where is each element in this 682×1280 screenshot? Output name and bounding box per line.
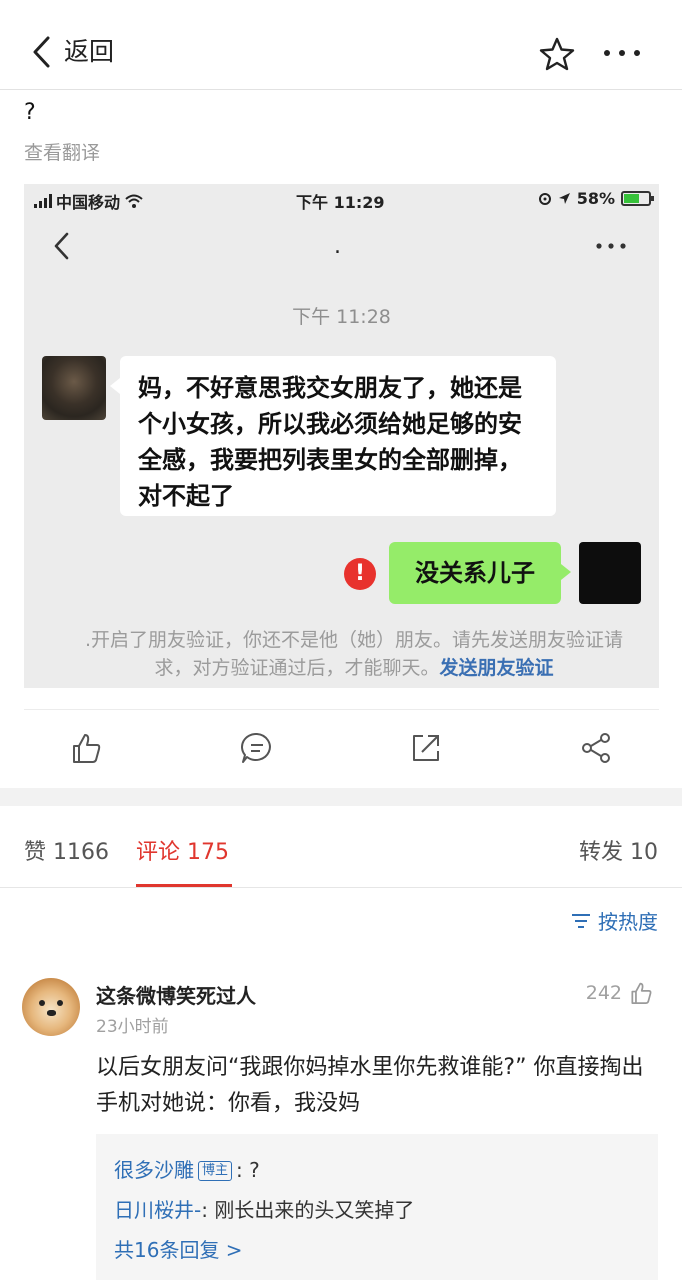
commenter-avatar[interactable] [22, 978, 80, 1036]
chat-more-icon [596, 243, 626, 249]
own-avatar [579, 542, 641, 604]
sort-button[interactable]: 按热度 [570, 906, 658, 935]
reply-item[interactable]: 日川桜井-: 刚长出来的头又笑掉了 [114, 1190, 640, 1230]
reply-item[interactable]: 很多沙雕 博主: ? [114, 1150, 640, 1190]
share-icon[interactable] [578, 730, 614, 766]
system-message: .开启了朋友验证，你还不是他（她）朋友。请先发送朋友验证请求，对方验证通过后，才… [74, 626, 634, 682]
send-failed-icon: ! [344, 558, 376, 590]
host-badge: 博主 [198, 1161, 233, 1181]
active-tab-indicator [136, 884, 232, 887]
commenter-name[interactable]: 这条微博笑死过人 [96, 980, 256, 1009]
chat-title: . [334, 234, 341, 259]
wifi-icon [125, 194, 143, 208]
star-icon[interactable] [538, 36, 576, 72]
reply-user[interactable]: 日川桜井- [114, 1198, 201, 1222]
comment-like-count: 242 [585, 982, 622, 1004]
comment-like-button[interactable]: 242 [586, 980, 654, 1006]
outgoing-message: 没关系儿子 [389, 542, 571, 604]
tab-reposts[interactable]: 转发 10 [579, 834, 658, 866]
comment-text: 以后女朋友问“我跟你妈掉水里你先救谁能?” 你直接掏出手机对她说：你看，我没妈 [96, 1055, 644, 1116]
system-message-link: 发送朋友验证 [439, 657, 554, 679]
battery-percent: 58% [576, 189, 615, 208]
divider [24, 709, 659, 710]
status-left: 中国移动 [34, 189, 144, 213]
lock-rotation-icon [538, 192, 551, 205]
thumbs-up-icon [631, 982, 652, 1004]
comment-time: 23小时前 [96, 1017, 169, 1037]
sort-icon [572, 913, 590, 928]
post-text: ? [24, 100, 36, 125]
battery-icon [621, 191, 654, 206]
post-image[interactable]: 中国移动 下午 11:29 58% . 下午 11:28 妈，不好意思我交女朋友… [24, 184, 659, 688]
back-label: 返回 [64, 37, 115, 66]
signal-icon [34, 194, 52, 208]
comment-icon[interactable] [239, 730, 275, 766]
sender-avatar [42, 356, 106, 420]
chat-back-icon [54, 232, 69, 260]
status-right: 58% [538, 189, 654, 208]
tab-likes[interactable]: 赞 1166 [24, 834, 109, 866]
reply-text: : ? [236, 1158, 260, 1182]
reply-user[interactable]: 很多沙雕 [114, 1158, 194, 1182]
sort-label: 按热度 [598, 910, 658, 934]
tab-comments[interactable]: 评论 175 [136, 834, 229, 866]
section-separator [0, 788, 682, 806]
location-icon [558, 193, 570, 204]
reply-box[interactable]: 很多沙雕 博主: ? 日川桜井-: 刚长出来的头又笑掉了 共16条回复 > [96, 1134, 658, 1280]
back-chevron-icon [33, 36, 50, 68]
incoming-message: 妈，不好意思我交女朋友了，她还是个小女孩，所以我必须给她足够的安全感，我要把列表… [110, 356, 556, 516]
chat-timestamp: 下午 11:28 [292, 306, 391, 328]
carrier-label: 中国移动 [56, 193, 121, 212]
forward-icon[interactable] [408, 730, 444, 766]
more-dots-icon[interactable] [601, 40, 643, 66]
top-bar: 返回 [0, 0, 682, 90]
back-button[interactable]: 返回 [28, 32, 114, 72]
thumbs-up-icon[interactable] [68, 730, 104, 766]
tab-bar: 赞 1166 评论 175 转发 10 [0, 806, 682, 888]
translate-link[interactable]: 查看翻译 [24, 138, 100, 165]
reply-text: : 刚长出来的头又笑掉了 [201, 1198, 415, 1222]
status-bar: 中国移动 下午 11:29 58% [24, 184, 659, 214]
more-replies-link[interactable]: 共16条回复 > [114, 1230, 640, 1270]
status-time: 下午 11:29 [296, 193, 385, 212]
